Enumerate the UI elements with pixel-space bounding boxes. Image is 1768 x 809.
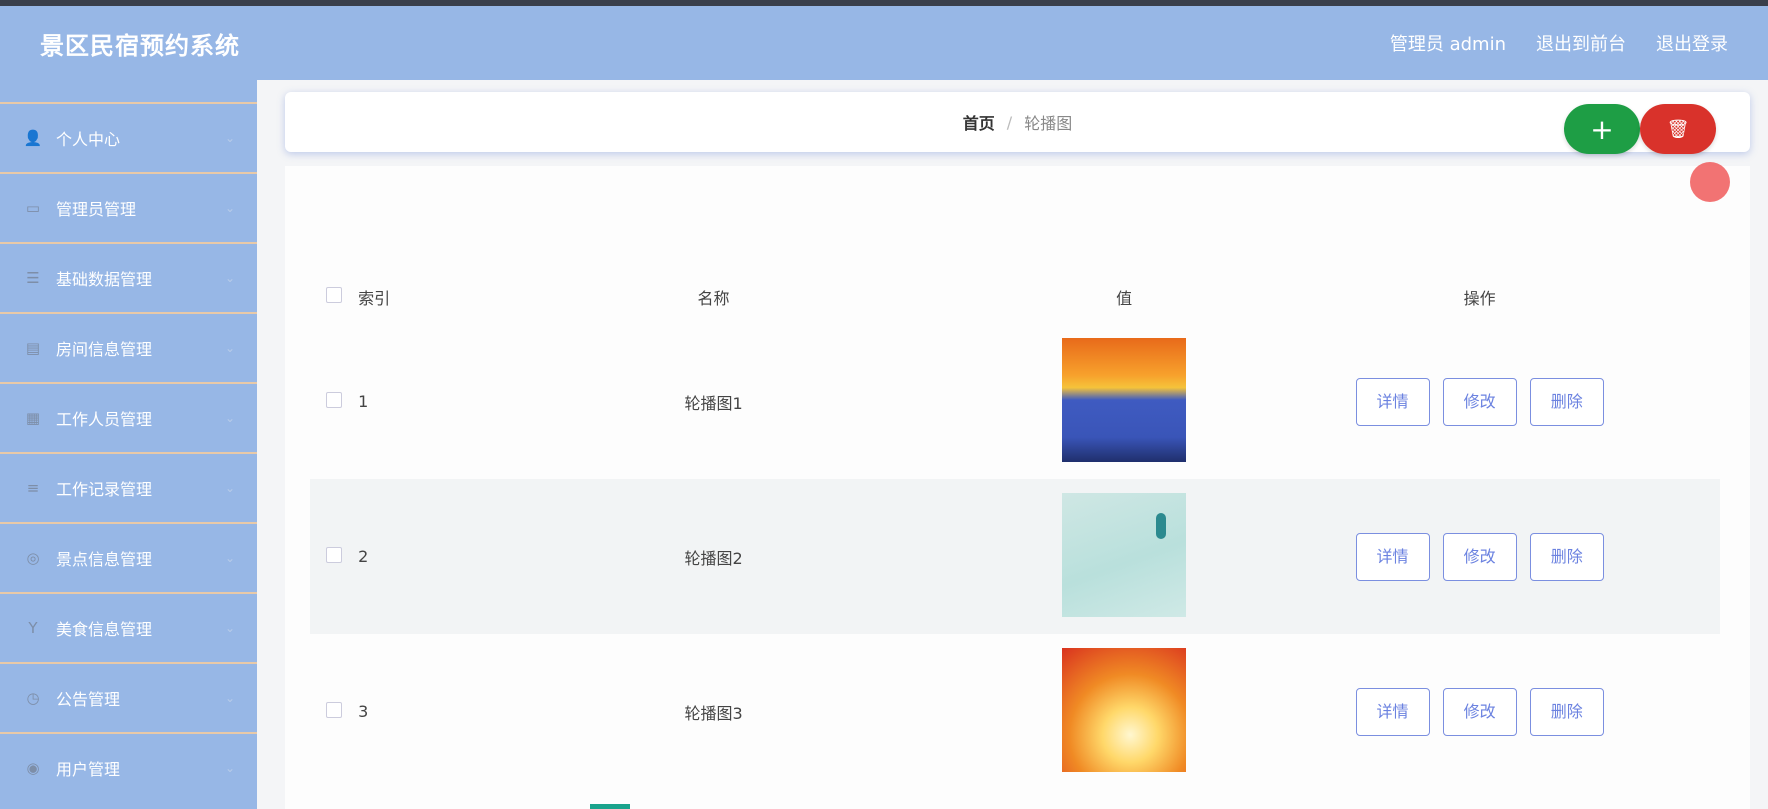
- row-name: 轮播图1: [684, 393, 743, 413]
- top-header: 景区民宿预约系统 管理员 admin 退出到前台 退出登录: [0, 6, 1768, 80]
- sidebar-item-label: 公告管理: [56, 690, 121, 709]
- sidebar-item-staff[interactable]: ▦ 工作人员管理 ⌄: [0, 382, 257, 452]
- sidebar-item-admin-management[interactable]: ▭ 管理员管理 ⌄: [0, 172, 257, 242]
- breadcrumb-separator: /: [1006, 112, 1013, 132]
- plus-icon: +: [1590, 112, 1614, 146]
- list-icon: ☰: [26, 269, 40, 287]
- sidebar-item-label: 房间信息管理: [56, 340, 153, 359]
- batch-delete-button[interactable]: 🗑: [1640, 104, 1716, 154]
- users-icon: ◉: [26, 759, 40, 777]
- edit-button[interactable]: 修改: [1442, 377, 1517, 426]
- row-check-cell: [310, 324, 358, 479]
- chevron-down-icon: ⌄: [224, 761, 235, 775]
- delete-button[interactable]: 删除: [1529, 687, 1604, 736]
- food-icon: Y: [28, 619, 38, 637]
- delete-button[interactable]: 删除: [1529, 532, 1604, 581]
- notice-icon: ◷: [26, 689, 40, 707]
- row-name: 轮播图3: [684, 703, 743, 723]
- row-index: 1: [358, 392, 369, 411]
- sidebar-item-work-records[interactable]: ≡ 工作记录管理 ⌄: [0, 452, 257, 522]
- sidebar-item-users[interactable]: ◉ 用户管理 ⌄: [0, 732, 257, 802]
- app-title: 景区民宿预约系统: [40, 31, 240, 60]
- room-icon: ▤: [25, 339, 41, 357]
- table-row: 1 轮播图1 详情 修改 删除: [310, 324, 1720, 479]
- chevron-down-icon: ⌄: [224, 481, 235, 495]
- row-checkbox[interactable]: [326, 391, 343, 408]
- chevron-down-icon: ⌄: [224, 271, 235, 285]
- add-button[interactable]: +: [1564, 104, 1640, 154]
- chevron-down-icon: ⌄: [224, 551, 235, 565]
- sidebar-item-food-info[interactable]: Y 美食信息管理 ⌄: [0, 592, 257, 662]
- scenic-icon: ◎: [26, 549, 40, 567]
- user-icon: 👤: [23, 129, 43, 147]
- mouse-cursor-highlight: [1690, 162, 1730, 202]
- sidebar-item-label: 工作记录管理: [56, 480, 153, 499]
- row-ops-cell: 详情 修改 删除: [1239, 479, 1720, 634]
- chevron-down-icon: ⌄: [224, 691, 235, 705]
- sidebar-item-room-info[interactable]: ▤ 房间信息管理 ⌄: [0, 312, 257, 382]
- header-links: 管理员 admin 退出到前台 退出登录: [1390, 30, 1728, 56]
- row-index: 2: [358, 547, 369, 566]
- sidebar-item-personal-center[interactable]: 👤 个人中心 ⌄: [0, 102, 257, 172]
- row-check-cell: [310, 479, 358, 634]
- header-name: 名称: [697, 289, 730, 308]
- chevron-down-icon: ⌄: [224, 131, 235, 145]
- sidebar-item-label: 管理员管理: [56, 200, 137, 219]
- delete-button[interactable]: 删除: [1529, 377, 1604, 426]
- table-header-row: 索引 名称 值 操作: [310, 270, 1720, 324]
- row-check-cell: [310, 634, 358, 789]
- record-icon: ≡: [26, 479, 40, 497]
- row-value-cell: [1009, 479, 1239, 634]
- logout-link[interactable]: 退出登录: [1656, 30, 1728, 56]
- edit-button[interactable]: 修改: [1442, 532, 1517, 581]
- carousel-image-thumbnail[interactable]: [1062, 337, 1187, 462]
- carousel-table: 索引 名称 值 操作 1 轮播图1 详情 修改 删除 2 轮播图2 详情 修改: [310, 270, 1720, 789]
- back-to-front-link[interactable]: 退出到前台: [1536, 30, 1626, 56]
- row-ops-cell: 详情 修改 删除: [1239, 324, 1720, 479]
- sidebar-item-scenic-spots[interactable]: ◎ 景点信息管理 ⌄: [0, 522, 257, 592]
- chevron-down-icon: ⌄: [224, 341, 235, 355]
- current-user-label[interactable]: 管理员 admin: [1390, 30, 1506, 56]
- detail-button[interactable]: 详情: [1355, 532, 1430, 581]
- chevron-down-icon: ⌄: [224, 411, 235, 425]
- admin-card-icon: ▭: [25, 199, 41, 217]
- sidebar-item-label: 个人中心: [56, 130, 121, 149]
- trash-icon: 🗑: [1666, 118, 1690, 140]
- edit-button[interactable]: 修改: [1442, 687, 1517, 736]
- select-all-cell: [310, 270, 358, 324]
- carousel-image-thumbnail[interactable]: [1062, 647, 1187, 772]
- pagination-current-page[interactable]: [590, 804, 630, 809]
- staff-icon: ▦: [25, 409, 41, 427]
- breadcrumb-home[interactable]: 首页: [963, 110, 995, 134]
- row-ops-cell: 详情 修改 删除: [1239, 634, 1720, 789]
- breadcrumb-current: 轮播图: [1024, 114, 1073, 133]
- sidebar-item-basic-data[interactable]: ☰ 基础数据管理 ⌄: [0, 242, 257, 312]
- select-all-checkbox[interactable]: [326, 287, 343, 303]
- detail-button[interactable]: 详情: [1355, 687, 1430, 736]
- row-index: 3: [358, 702, 369, 721]
- sidebar: 👤 个人中心 ⌄ ▭ 管理员管理 ⌄ ☰ 基础数据管理 ⌄ ▤ 房间信息管理 ⌄…: [0, 80, 257, 809]
- row-value-cell: [1009, 634, 1239, 789]
- sidebar-item-notices[interactable]: ◷ 公告管理 ⌄: [0, 662, 257, 732]
- row-value-cell: [1009, 324, 1239, 479]
- header-value: 值: [1116, 289, 1133, 308]
- carousel-image-thumbnail[interactable]: [1062, 492, 1187, 617]
- chevron-down-icon: ⌄: [224, 201, 235, 215]
- detail-button[interactable]: 详情: [1355, 377, 1430, 426]
- sidebar-item-label: 美食信息管理: [56, 620, 153, 639]
- table-row: 2 轮播图2 详情 修改 删除: [310, 479, 1720, 634]
- breadcrumb: 首页 / 轮播图: [285, 92, 1750, 152]
- header-ops: 操作: [1463, 289, 1496, 308]
- sidebar-item-label: 景点信息管理: [56, 550, 153, 569]
- sidebar-item-label: 基础数据管理: [56, 270, 153, 289]
- sidebar-item-label: 用户管理: [56, 760, 121, 779]
- sidebar-item-label: 工作人员管理: [56, 410, 153, 429]
- row-name: 轮播图2: [684, 548, 743, 568]
- row-checkbox[interactable]: [326, 546, 343, 563]
- row-checkbox[interactable]: [326, 701, 343, 718]
- chevron-down-icon: ⌄: [224, 621, 235, 635]
- header-index: 索引: [358, 289, 391, 308]
- table-row: 3 轮播图3 详情 修改 删除: [310, 634, 1720, 789]
